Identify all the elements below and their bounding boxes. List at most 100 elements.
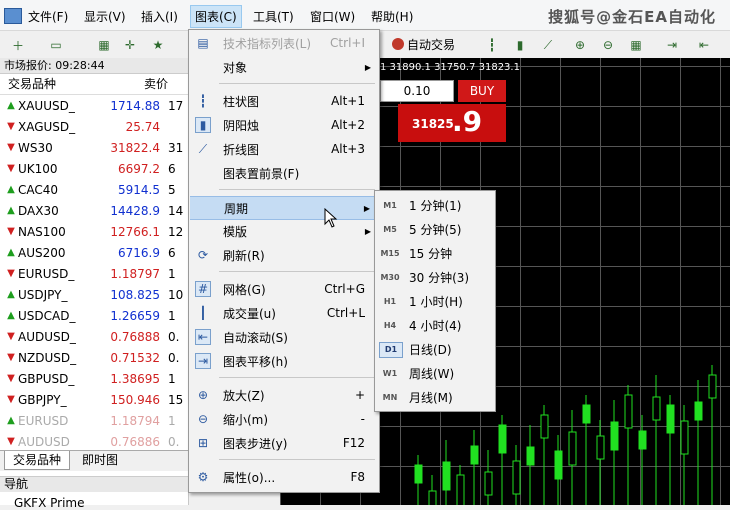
menu-item-12[interactable]: ⇤ 自动滚动(S) (189, 326, 379, 348)
menu-item-6[interactable]: 图表置前景(F) (189, 162, 379, 184)
table-row[interactable]: ▼ GBPJPY_ 150.946 15 (0, 389, 188, 410)
tile-windows-icon[interactable]: ▦ (626, 35, 646, 55)
tab-tick-chart[interactable]: 即时图 (74, 451, 126, 469)
menu-item-15[interactable]: ⊖ 缩小(m) - (189, 408, 379, 430)
menu-item-4[interactable]: ▮ 阴阳烛 Alt+2 (189, 114, 379, 136)
menu-file[interactable]: 文件(F) (28, 8, 68, 25)
favorites-icon[interactable]: ★ (148, 35, 168, 55)
menu-item-13[interactable]: ⇥ 图表平移(h) (189, 350, 379, 372)
table-row[interactable]: ▲ USDCAD_ 1.26659 1 (0, 305, 188, 326)
menu-charts[interactable]: 图表(C) (190, 5, 242, 28)
arrow-down-icon: ▼ (7, 352, 15, 363)
period-item-d1[interactable]: D1 日线(D) (375, 337, 495, 361)
period-item-h4[interactable]: H4 4 小时(4) (375, 313, 495, 337)
menu-help[interactable]: 帮助(H) (371, 8, 413, 25)
line-chart-icon[interactable]: ⟋ (538, 35, 558, 55)
menu-item-9[interactable]: ⟳ 刷新(R) (189, 244, 379, 266)
candle-body (610, 421, 619, 451)
symbol-name: USDCAD_ (18, 308, 76, 323)
menu-window[interactable]: 窗口(W) (310, 8, 355, 25)
period-item-h1[interactable]: H1 1 小时(H) (375, 289, 495, 313)
candlestick-icon[interactable]: ▮ (510, 35, 530, 55)
symbol-name: AUDUSD_ (18, 329, 76, 344)
market-watch-icon[interactable]: ▦ (94, 35, 114, 55)
buy-button[interactable]: BUY (458, 80, 506, 102)
table-row[interactable]: ▲ EURUSD 1.18794 1 (0, 410, 188, 431)
period-item-m30[interactable]: M30 30 分钟(3) (375, 265, 495, 289)
table-row[interactable]: ▼ EURUSD_ 1.18797 1 (0, 263, 188, 284)
chart-shift-icon[interactable]: ⇥ (662, 35, 682, 55)
menu-view[interactable]: 显示(V) (84, 8, 126, 25)
table-row[interactable]: ▼ NAS100 12766.1 12 (0, 221, 188, 242)
table-row[interactable]: ▼ GBPUSD_ 1.38695 1 (0, 368, 188, 389)
candle-body (540, 414, 549, 439)
period-item-m15[interactable]: M15 15 分钟 (375, 241, 495, 265)
table-row[interactable]: ▼ WS30 31822.4 31 (0, 137, 188, 158)
properties-icon: ⚙ (197, 470, 209, 484)
menu-item-label: 模版 (223, 224, 248, 239)
table-row[interactable]: ▲ DAX30 14428.9 14 (0, 200, 188, 221)
ask-price: 1 (168, 371, 176, 386)
zoom-in-icon[interactable]: ⊕ (570, 35, 590, 55)
crosshair-icon[interactable]: ✛ (120, 35, 140, 55)
grid-icon: # (195, 281, 211, 297)
lot-size-input[interactable]: 0.10 (380, 80, 454, 102)
profiles-icon[interactable]: ▭ (46, 35, 66, 55)
menu-item-2[interactable]: 对象 ▶ (189, 56, 379, 78)
table-row[interactable]: ▼ UK100 6697.2 6 (0, 158, 188, 179)
menu-item-16[interactable]: ⊞ 图表步进(y) F12 (189, 432, 379, 454)
table-row[interactable]: ▲ CAC40 5914.5 5 (0, 179, 188, 200)
period-code: H4 (383, 320, 397, 330)
menu-item-7[interactable]: 周期 ▶ (190, 196, 378, 220)
menu-item-label: 自动滚动(S) (223, 330, 288, 345)
menu-tools[interactable]: 工具(T) (253, 8, 294, 25)
menu-item-17[interactable]: ⚙ 属性(o)... F8 (189, 466, 379, 488)
period-code: M1 (383, 200, 397, 210)
menu-item-shortcut: + (354, 388, 365, 402)
table-row[interactable]: ▲ AUS200 6716.9 6 (0, 242, 188, 263)
table-row[interactable]: ▼ AUDUSD_ 0.76888 0. (0, 326, 188, 347)
period-item-m5[interactable]: M5 5 分钟(5) (375, 217, 495, 241)
buy-price-button[interactable]: 31825 .9 (398, 104, 506, 142)
table-row[interactable]: ▼ XAGUSD_ 25.74 (0, 116, 188, 137)
symbol-name: EURUSD_ (18, 266, 75, 281)
zoom-out-icon[interactable]: ⊖ (598, 35, 618, 55)
autotrade-button[interactable]: 自动交易 (392, 35, 455, 53)
volume-icon: ┃ (199, 306, 207, 320)
menu-item-10[interactable]: # 网格(G) Ctrl+G (189, 278, 379, 300)
period-label: 日线(D) (409, 342, 452, 357)
period-submenu: M1 1 分钟(1) M5 5 分钟(5) M15 15 分钟 M30 30 分钟(3) H1 1… (374, 190, 496, 412)
bid-price: 108.825 (110, 287, 160, 302)
table-row[interactable]: ▲ XAUUSD_ 1714.88 17 (0, 95, 188, 116)
new-chart-icon[interactable]: ＋ (8, 35, 28, 55)
column-symbol[interactable]: 交易品种 (0, 74, 108, 94)
menu-item-shortcut: Ctrl+L (326, 306, 365, 320)
bid-price: 0.76886 (110, 434, 160, 449)
menu-item-8[interactable]: 模版 ▶ (189, 220, 379, 242)
column-bid[interactable]: 卖价 (108, 74, 168, 94)
menu-item-1[interactable]: ▤ 技术指标列表(L) Ctrl+I (189, 32, 379, 54)
period-item-mn[interactable]: MN 月线(M) (375, 385, 495, 409)
table-row[interactable]: ▲ USDJPY_ 108.825 10 (0, 284, 188, 305)
market-watch-header: 交易品种 卖价 (0, 74, 188, 95)
navigator-item[interactable]: GKFX Prime (14, 496, 84, 510)
bar-chart-icon[interactable]: ┇ (482, 35, 502, 55)
period-item-m1[interactable]: M1 1 分钟(1) (375, 193, 495, 217)
ask-price: 5 (168, 182, 176, 197)
candlestick-icon: ▮ (195, 117, 211, 133)
table-row[interactable]: ▼ AUDUSD 0.76886 0. (0, 431, 188, 452)
arrow-up-icon: ▲ (7, 289, 15, 300)
menu-item-5[interactable]: ⟋ 折线图 Alt+3 (189, 138, 379, 160)
menu-item-14[interactable]: ⊕ 放大(Z) + (189, 384, 379, 406)
bid-price: 1.38695 (110, 371, 160, 386)
candle-body (470, 445, 479, 465)
menu-item-3[interactable]: ┇ 柱状图 Alt+1 (189, 90, 379, 112)
symbol-name: UK100 (18, 161, 58, 176)
menu-item-11[interactable]: ┃ 成交量(u) Ctrl+L (189, 302, 379, 324)
menu-insert[interactable]: 插入(I) (141, 8, 178, 25)
period-item-w1[interactable]: W1 周线(W) (375, 361, 495, 385)
autoscroll-icon[interactable]: ⇤ (694, 35, 714, 55)
symbol-name: NZDUSD_ (18, 350, 77, 365)
table-row[interactable]: ▼ NZDUSD_ 0.71532 0. (0, 347, 188, 368)
tab-symbols[interactable]: 交易品种 (4, 451, 71, 470)
